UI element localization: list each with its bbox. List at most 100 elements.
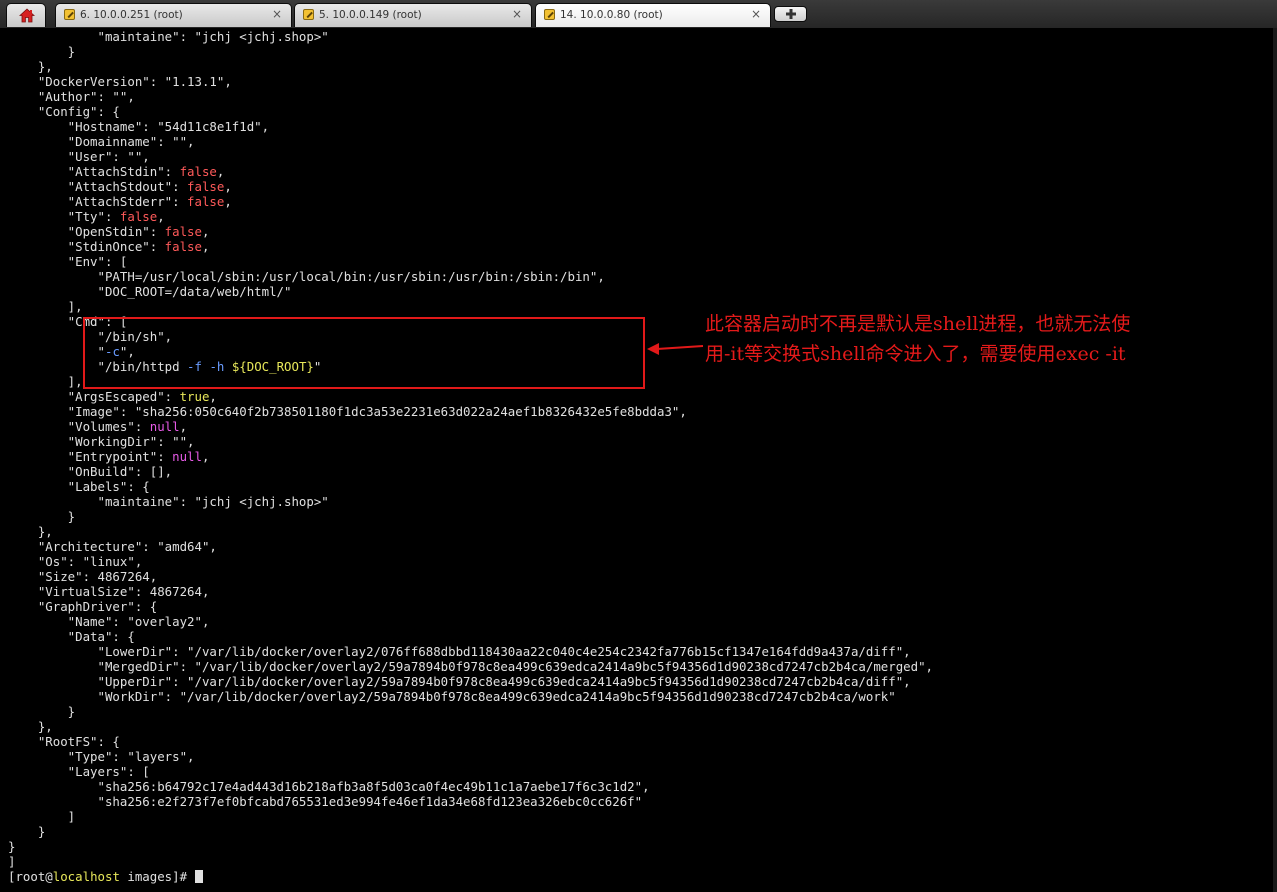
terminal-line: "OpenStdin": false, bbox=[8, 224, 933, 239]
terminal-line: "DOC_ROOT=/data/web/html/" bbox=[8, 284, 933, 299]
terminal-line: "Os": "linux", bbox=[8, 554, 933, 569]
syntax-token: false bbox=[179, 164, 217, 179]
line-text: "GraphDriver": { bbox=[8, 599, 158, 614]
terminal-line: "Env": [ bbox=[8, 254, 933, 269]
syntax-token: false bbox=[119, 209, 158, 224]
line-text: , bbox=[224, 179, 232, 194]
terminal-line: "maintaine": "jchj <jchj.shop>" bbox=[8, 494, 933, 509]
line-text: } bbox=[8, 704, 76, 719]
cmd-highlight-box bbox=[83, 317, 645, 389]
plus-icon bbox=[786, 9, 796, 19]
home-button[interactable] bbox=[6, 3, 46, 27]
annotation-arrow bbox=[647, 343, 704, 355]
tab-10-0-0-251[interactable]: 6. 10.0.0.251 (root) × bbox=[55, 3, 292, 27]
new-tab-button[interactable] bbox=[774, 6, 807, 22]
line-text: "UpperDir": "/var/lib/docker/overlay2/59… bbox=[8, 674, 911, 689]
terminal-output[interactable]: "maintaine": "jchj <jchj.shop>" } }, "Do… bbox=[0, 28, 1273, 892]
terminal-line: }, bbox=[8, 524, 933, 539]
terminal-line: "Volumes": null, bbox=[8, 419, 933, 434]
line-text: "AttachStderr": bbox=[8, 194, 188, 209]
terminal-scrollbar[interactable] bbox=[1273, 28, 1277, 892]
shell-prompt[interactable]: [root@localhost images]# bbox=[8, 869, 933, 884]
annotation-note: 此容器启动时不再是默认是shell进程，也就无法使 用-it等交换式shell命令… bbox=[705, 309, 1130, 369]
line-text: , bbox=[224, 194, 232, 209]
terminal-line: } bbox=[8, 509, 933, 524]
terminal-line: "AttachStdout": false, bbox=[8, 179, 933, 194]
terminal-line: "LowerDir": "/var/lib/docker/overlay2/07… bbox=[8, 644, 933, 659]
annotation-line-2: 用-it等交换式shell命令进入了，需要使用exec -it bbox=[705, 343, 1126, 365]
terminal-line: "Entrypoint": null, bbox=[8, 449, 933, 464]
close-icon[interactable]: × bbox=[512, 7, 522, 21]
line-text: }, bbox=[8, 719, 53, 734]
terminal-line: "GraphDriver": { bbox=[8, 599, 933, 614]
terminal-line: ] bbox=[8, 809, 933, 824]
line-text: "Labels": { bbox=[8, 479, 150, 494]
terminal-line: "UpperDir": "/var/lib/docker/overlay2/59… bbox=[8, 674, 933, 689]
syntax-token: false bbox=[187, 194, 225, 209]
close-icon[interactable]: × bbox=[751, 7, 761, 21]
terminal-line: "VirtualSize": 4867264, bbox=[8, 584, 933, 599]
terminal-line: "RootFS": { bbox=[8, 734, 933, 749]
line-text: "Image": "sha256:050c640f2b738501180f1dc… bbox=[8, 404, 687, 419]
terminal-line: "Image": "sha256:050c640f2b738501180f1dc… bbox=[8, 404, 933, 419]
line-text: ], bbox=[8, 299, 83, 314]
line-text: "Tty": bbox=[8, 209, 120, 224]
line-text: "StdinOnce": bbox=[8, 239, 165, 254]
line-text: , bbox=[216, 164, 225, 179]
line-text: "Volumes": bbox=[8, 419, 150, 434]
terminal-line: }, bbox=[8, 719, 933, 734]
line-text: "Os": "linux", bbox=[8, 554, 143, 569]
line-text: } bbox=[8, 824, 46, 839]
line-text: "Hostname": "54d11c8e1f1d", bbox=[8, 119, 270, 134]
terminal-line: "Type": "layers", bbox=[8, 749, 933, 764]
terminal-line: "Hostname": "54d11c8e1f1d", bbox=[8, 119, 933, 134]
terminal-line: "AttachStdin": false, bbox=[8, 164, 933, 179]
line-text: , bbox=[201, 449, 210, 464]
line-text: "OpenStdin": bbox=[8, 224, 165, 239]
line-text: "sha256:b64792c17e4ad443d16b218afb3a8f5d… bbox=[8, 779, 650, 794]
line-text: "Type": "layers", bbox=[8, 749, 195, 764]
tab-label: 6. 10.0.0.251 (root) bbox=[80, 9, 183, 21]
terminal-line: "OnBuild": [], bbox=[8, 464, 933, 479]
line-text: "Architecture": "amd64", bbox=[8, 539, 217, 554]
terminal-line: } bbox=[8, 704, 933, 719]
line-text: "AttachStdin": bbox=[8, 164, 180, 179]
line-text: "WorkDir": "/var/lib/docker/overlay2/59a… bbox=[8, 689, 896, 704]
syntax-token: false bbox=[164, 239, 202, 254]
line-text: ] bbox=[8, 809, 76, 824]
syntax-token: false bbox=[187, 179, 225, 194]
line-text: } bbox=[8, 839, 16, 854]
line-text: "VirtualSize": 4867264, bbox=[8, 584, 210, 599]
line-text: "RootFS": { bbox=[8, 734, 120, 749]
terminal-line: "WorkDir": "/var/lib/docker/overlay2/59a… bbox=[8, 689, 933, 704]
line-text: "Env": [ bbox=[8, 254, 128, 269]
putty-key-icon bbox=[544, 9, 555, 20]
line-text: "LowerDir": "/var/lib/docker/overlay2/07… bbox=[8, 644, 911, 659]
terminal-line: }, bbox=[8, 59, 933, 74]
line-text: ], bbox=[8, 374, 83, 389]
tab-label: 5. 10.0.0.149 (root) bbox=[319, 9, 422, 21]
line-text: }, bbox=[8, 524, 53, 539]
line-text: "Domainname": "", bbox=[8, 134, 195, 149]
tab-10-0-0-149[interactable]: 5. 10.0.0.149 (root) × bbox=[294, 3, 532, 27]
line-text: "WorkingDir": "", bbox=[8, 434, 195, 449]
tab-10-0-0-80[interactable]: 14. 10.0.0.80 (root) × bbox=[535, 3, 771, 27]
terminal-line: "StdinOnce": false, bbox=[8, 239, 933, 254]
line-text: "ArgsEscaped": bbox=[8, 389, 180, 404]
line-text: "maintaine": "jchj <jchj.shop>" bbox=[8, 29, 329, 44]
terminal-line: "Author": "", bbox=[8, 89, 933, 104]
terminal-line: "MergedDir": "/var/lib/docker/overlay2/5… bbox=[8, 659, 934, 674]
terminal-line: ] bbox=[8, 854, 933, 869]
line-text: } bbox=[8, 509, 76, 524]
line-text: "DockerVersion": "1.13.1", bbox=[8, 74, 232, 89]
close-icon[interactable]: × bbox=[272, 7, 282, 21]
terminal-line: "PATH=/usr/local/sbin:/usr/local/bin:/us… bbox=[8, 269, 933, 284]
line-text: "Entrypoint": bbox=[8, 449, 173, 464]
terminal-line: "DockerVersion": "1.13.1", bbox=[8, 74, 933, 89]
line-text: ] bbox=[8, 854, 16, 869]
prompt-suffix: images]# bbox=[119, 869, 195, 884]
syntax-token: true bbox=[179, 389, 210, 404]
line-text: "Layers": [ bbox=[8, 764, 150, 779]
line-text: "OnBuild": [], bbox=[8, 464, 173, 479]
terminal-line: "maintaine": "jchj <jchj.shop>" bbox=[8, 29, 933, 44]
